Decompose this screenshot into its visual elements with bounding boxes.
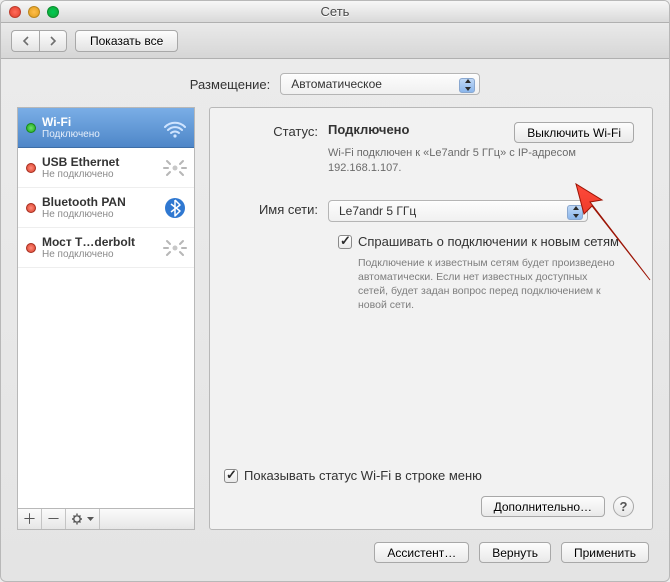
sidebar-footer: ＋ － (17, 508, 195, 530)
location-popup[interactable]: Автоматическое (280, 73, 480, 95)
ask-networks-row: Спрашивать о подключении к новым сетям (338, 234, 634, 250)
actions-menu-button[interactable] (66, 509, 100, 529)
sidebar-item-label: Bluetooth PAN (42, 195, 156, 209)
status-dot-icon (26, 203, 36, 213)
show-menubar-row: Показывать статус Wi-Fi в строке меню (224, 468, 634, 484)
apply-button[interactable]: Применить (561, 542, 649, 563)
nav-segmented (11, 30, 67, 52)
main-bottom-row: Дополнительно… ? (224, 496, 634, 517)
back-button[interactable] (11, 30, 39, 52)
bluetooth-icon (162, 195, 188, 221)
ask-networks-checkbox[interactable] (338, 235, 352, 249)
prefs-window: Сеть Показать все Размещение: Автоматиче… (0, 0, 670, 582)
status-dot-icon (26, 163, 36, 173)
status-label: Статус: (224, 122, 328, 176)
network-row: Имя сети: Le7andr 5 ГГц (224, 200, 634, 222)
sidebar-item-thunderbolt-bridge[interactable]: Мост T…derbolt Не подключено (18, 228, 194, 268)
sidebar: Wi-Fi Подключено USB Ethernet Не подключ… (17, 107, 195, 530)
titlebar: Сеть (1, 1, 669, 23)
forward-button[interactable] (39, 30, 67, 52)
status-dot-icon (26, 123, 36, 133)
status-dot-icon (26, 243, 36, 253)
location-value: Автоматическое (291, 77, 382, 91)
wifi-toggle-button[interactable]: Выключить Wi-Fi (514, 122, 634, 143)
remove-interface-button[interactable]: － (42, 509, 66, 529)
network-name-label: Имя сети: (224, 200, 328, 222)
ethernet-icon (162, 235, 188, 261)
wifi-icon (162, 115, 188, 141)
ask-networks-label: Спрашивать о подключении к новым сетям (358, 234, 619, 250)
sidebar-item-usb-ethernet[interactable]: USB Ethernet Не подключено (18, 148, 194, 188)
ask-networks-description: Подключение к известным сетям будет прои… (358, 256, 618, 313)
main-pane: Статус: Подключено Выключить Wi-Fi Wi-Fi… (209, 107, 653, 530)
chevron-right-icon (48, 36, 58, 46)
sidebar-item-bluetooth-pan[interactable]: Bluetooth PAN Не подключено (18, 188, 194, 228)
status-value: Подключено (328, 122, 409, 137)
show-all-button[interactable]: Показать все (75, 30, 178, 52)
help-button[interactable]: ? (613, 496, 634, 517)
sidebar-item-sublabel: Не подключено (42, 249, 156, 260)
show-menubar-checkbox[interactable] (224, 469, 238, 483)
assistant-button[interactable]: Ассистент… (374, 542, 469, 563)
toolbar: Показать все (1, 23, 669, 59)
window-title: Сеть (1, 4, 669, 19)
advanced-button[interactable]: Дополнительно… (481, 496, 605, 517)
chevron-down-icon (87, 517, 94, 522)
sidebar-item-sublabel: Не подключено (42, 169, 156, 180)
sidebar-item-label: USB Ethernet (42, 155, 156, 169)
location-row: Размещение: Автоматическое (1, 59, 669, 107)
sidebar-item-sublabel: Не подключено (42, 209, 156, 220)
sidebar-item-sublabel: Подключено (42, 129, 156, 140)
status-row: Статус: Подключено Выключить Wi-Fi Wi-Fi… (224, 122, 634, 176)
show-menubar-label: Показывать статус Wi-Fi в строке меню (244, 468, 482, 484)
window-footer: Ассистент… Вернуть Применить (1, 530, 669, 581)
source-list: Wi-Fi Подключено USB Ethernet Не подключ… (17, 107, 195, 508)
content: Wi-Fi Подключено USB Ethernet Не подключ… (1, 107, 669, 530)
ethernet-icon (162, 155, 188, 181)
network-name-value: Le7andr 5 ГГц (339, 204, 416, 218)
gear-icon (71, 512, 85, 526)
status-description: Wi-Fi подключен к «Le7andr 5 ГГц» с IP-а… (328, 146, 634, 176)
network-name-popup[interactable]: Le7andr 5 ГГц (328, 200, 588, 222)
sidebar-item-label: Мост T…derbolt (42, 235, 156, 249)
sidebar-item-wifi[interactable]: Wi-Fi Подключено (18, 108, 194, 148)
revert-button[interactable]: Вернуть (479, 542, 551, 563)
add-interface-button[interactable]: ＋ (18, 509, 42, 529)
location-label: Размещение: (190, 77, 271, 92)
sidebar-item-label: Wi-Fi (42, 115, 156, 129)
chevron-left-icon (21, 36, 31, 46)
